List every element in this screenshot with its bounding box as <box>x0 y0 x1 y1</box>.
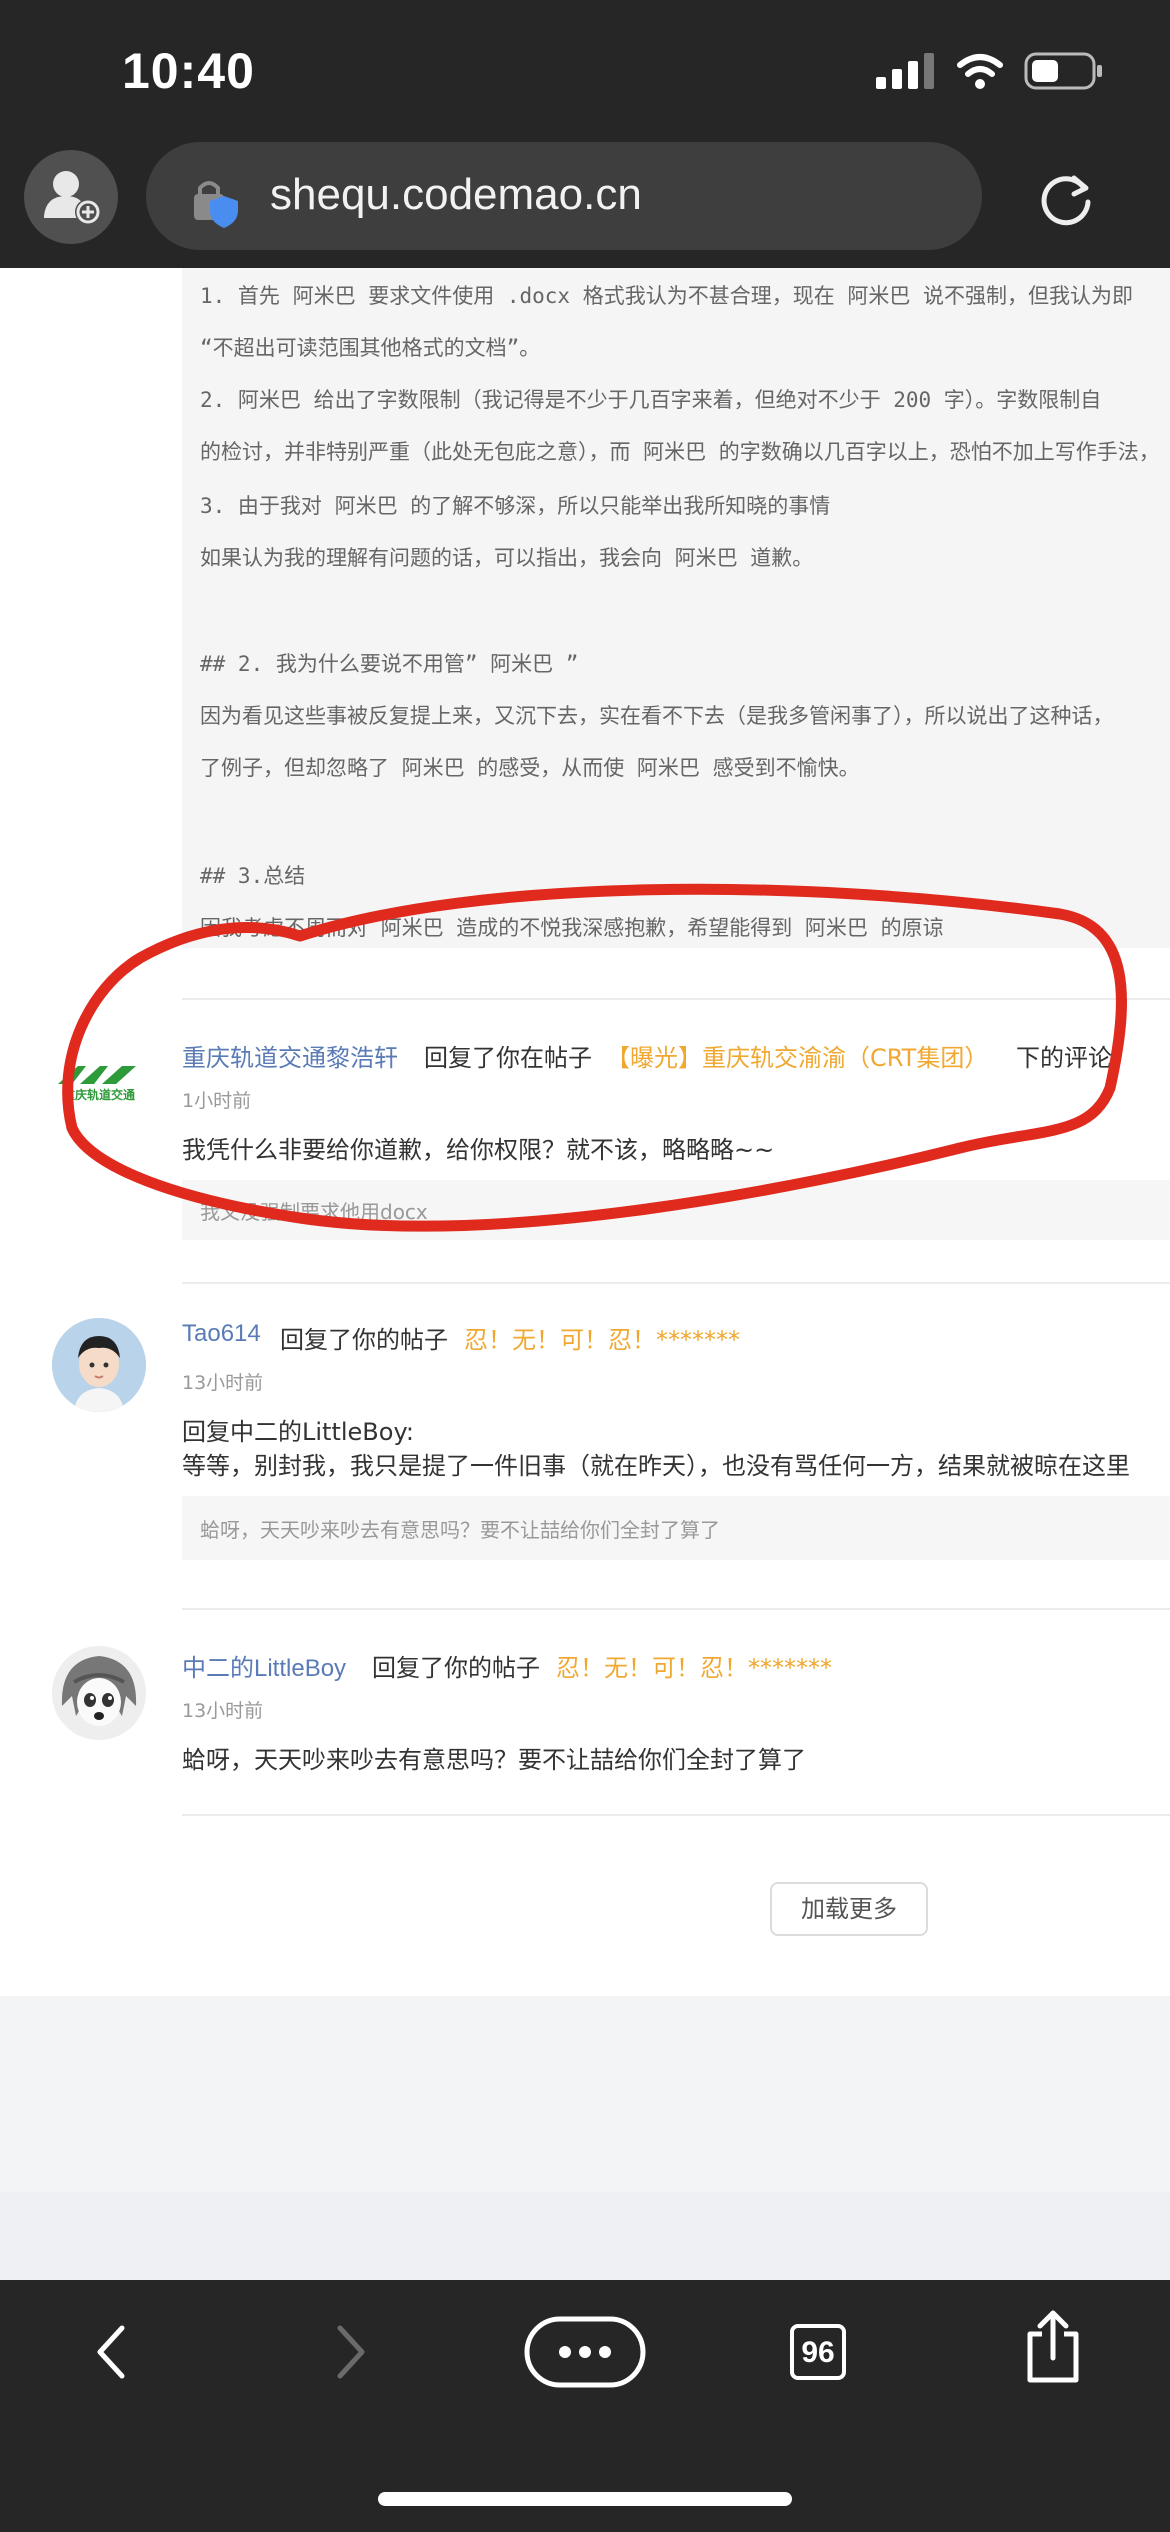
add-user-icon <box>44 171 101 225</box>
home-indicator <box>378 2492 792 2506</box>
secure-lock-icon <box>194 181 238 228</box>
status-icons <box>876 52 1104 90</box>
anime-avatar-icon <box>52 1646 146 1740</box>
add-profile-button[interactable] <box>24 150 118 244</box>
browser-top-bar: 10:40 shequ.codemao.cn <box>0 0 1170 268</box>
url-text: shequ.codemao.cn <box>270 170 642 219</box>
signal-icon <box>876 53 934 89</box>
browser-bottom-bar: 96 <box>0 2280 1170 2532</box>
forward-icon[interactable] <box>330 2322 370 2382</box>
comment-post-link[interactable]: 忍！无！可！忍！******* <box>556 1648 832 1683</box>
reload-icon[interactable] <box>1036 168 1096 228</box>
divider <box>182 1814 1170 1816</box>
battery-icon <box>1024 52 1102 90</box>
tabs-count-button[interactable]: 96 <box>790 2324 846 2380</box>
status-time: 10:40 <box>122 43 255 99</box>
more-options-icon[interactable] <box>524 2316 646 2388</box>
address-bar[interactable]: shequ.codemao.cn <box>146 142 982 250</box>
comment-action: 回复了你的帖子 <box>372 1654 540 1682</box>
comment-user-link[interactable]: 中二的LittleBoy <box>182 1648 346 1683</box>
annotation-circle <box>62 883 1127 1232</box>
avatar-littleboy[interactable] <box>52 1646 146 1740</box>
load-more-button[interactable]: 加载更多 <box>770 1882 928 1936</box>
back-icon[interactable] <box>92 2322 132 2382</box>
page-footer-strip <box>0 2192 1170 2280</box>
share-icon[interactable] <box>1020 2308 1086 2386</box>
comment-text: 蛤呀，天天吵来吵去有意思吗？要不让喆给你们全封了算了 <box>182 1746 806 1774</box>
comment-time: 13小时前 <box>182 1700 264 1722</box>
notifications-page: 1. 首先 阿米巴 要求文件使用 .docx 格式我认为不甚合理，现在 阿米巴 … <box>0 268 1170 2280</box>
wifi-icon <box>957 54 1003 89</box>
divider <box>182 1608 1170 1610</box>
